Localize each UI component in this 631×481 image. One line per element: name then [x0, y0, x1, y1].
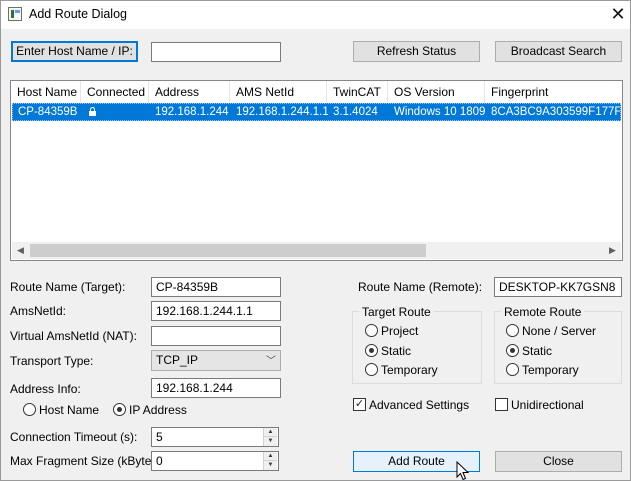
scroll-thumb[interactable] — [30, 244, 426, 257]
refresh-status-button[interactable]: Refresh Status — [353, 41, 480, 62]
cell-host-name: CP-84359B — [18, 106, 78, 118]
unidirectional-label: Unidirectional — [511, 398, 584, 412]
cell-fingerprint: 8CA3BC9A303599F177F0F — [491, 106, 620, 118]
col-fingerprint[interactable]: Fingerprint — [485, 81, 622, 103]
remote-route-temporary-radio[interactable] — [506, 363, 519, 376]
max-fragment-input[interactable]: 0 ▲ ▼ — [151, 451, 279, 471]
broadcast-search-button[interactable]: Broadcast Search — [495, 41, 622, 62]
transport-type-select[interactable]: TCP_IP ﹀ — [151, 350, 281, 371]
cell-address: 192.168.1.244 — [155, 106, 229, 118]
close-window-icon[interactable]: ✕ — [607, 3, 629, 25]
col-twincat[interactable]: TwinCAT — [327, 81, 388, 103]
virtual-amsnetid-label: Virtual AmsNetId (NAT): — [10, 329, 137, 343]
max-fragment-value: 0 — [156, 454, 163, 468]
spin-down-icon[interactable]: ▼ — [263, 437, 277, 446]
target-route-temporary-label: Temporary — [381, 363, 438, 377]
route-name-remote-input[interactable]: DESKTOP-KK7GSN8 — [494, 277, 622, 297]
ams-netid-input[interactable]: 192.168.1.244.1.1 — [151, 301, 281, 321]
remote-route-static-label: Static — [522, 344, 553, 358]
advanced-settings-label: Advanced Settings — [369, 398, 470, 412]
device-list[interactable]: Host Name Connected Address AMS NetId Tw… — [10, 80, 623, 261]
cell-ams-netid: 192.168.1.244.1.1 — [236, 106, 328, 118]
transport-type-label: Transport Type: — [10, 354, 94, 368]
lock-icon — [89, 107, 96, 116]
address-info-label: Address Info: — [10, 382, 81, 396]
col-ams-netid[interactable]: AMS NetId — [230, 81, 327, 103]
add-route-dialog: Add Route Dialog ✕ Enter Host Name / IP:… — [0, 0, 631, 481]
remote-route-group: Remote Route None / Server Static Tempor… — [494, 305, 622, 384]
close-button[interactable]: Close — [495, 451, 622, 472]
window-title: Add Route Dialog — [29, 7, 127, 21]
target-route-static-label: Static — [381, 344, 412, 358]
remote-route-temporary-label: Temporary — [522, 363, 579, 377]
horizontal-scrollbar[interactable]: ◀ ▶ — [12, 242, 621, 259]
unidirectional-checkbox[interactable] — [495, 398, 508, 411]
chevron-down-icon: ﹀ — [266, 356, 276, 367]
spin-up-icon[interactable]: ▲ — [263, 452, 277, 461]
virtual-amsnetid-input[interactable] — [151, 326, 281, 346]
ams-netid-label: AmsNetId: — [10, 304, 67, 318]
connection-timeout-value: 5 — [156, 430, 163, 444]
spin-down-icon[interactable]: ▼ — [263, 461, 277, 470]
target-route-project-label: Project — [381, 324, 419, 338]
target-route-project-radio[interactable] — [365, 324, 378, 337]
col-os-version[interactable]: OS Version — [388, 81, 485, 103]
host-name-radio-label: Host Name — [39, 403, 100, 417]
col-host-name[interactable]: Host Name — [11, 81, 81, 103]
cell-os-version: Windows 10 1809 — [394, 106, 486, 118]
target-route-static-radio[interactable] — [365, 344, 378, 357]
remote-route-title: Remote Route — [501, 305, 585, 319]
route-name-remote-label: Route Name (Remote): — [358, 280, 483, 294]
connection-timeout-input[interactable]: 5 ▲ ▼ — [151, 427, 279, 447]
address-info-input[interactable]: 192.168.1.244 — [151, 378, 281, 398]
scroll-right-icon[interactable]: ▶ — [604, 242, 621, 259]
route-name-target-input[interactable]: CP-84359B — [151, 277, 281, 297]
connection-timeout-label: Connection Timeout (s): — [10, 430, 138, 444]
target-route-title: Target Route — [359, 305, 434, 319]
fragment-spinner[interactable]: ▲ ▼ — [263, 452, 277, 470]
table-row[interactable]: CP-84359B 192.168.1.244 192.168.1.244.1.… — [12, 103, 621, 121]
target-route-group: Target Route Project Static Temporary — [352, 305, 482, 384]
remote-route-none-label: None / Server — [522, 324, 597, 338]
ip-address-radio[interactable] — [113, 403, 126, 416]
timeout-spinner[interactable]: ▲ ▼ — [263, 428, 277, 446]
scroll-left-icon[interactable]: ◀ — [12, 242, 29, 259]
title-bar: Add Route Dialog ✕ — [1, 1, 630, 29]
cell-twincat: 3.1.4024 — [333, 106, 378, 118]
target-route-temporary-radio[interactable] — [365, 363, 378, 376]
max-fragment-label: Max Fragment Size (kByte): — [10, 454, 159, 468]
app-icon — [8, 7, 22, 21]
cell-connected — [82, 104, 150, 120]
remote-route-static-radio[interactable] — [506, 344, 519, 357]
col-address[interactable]: Address — [149, 81, 230, 103]
host-ip-input[interactable] — [151, 42, 281, 62]
col-connected[interactable]: Connected — [81, 81, 149, 103]
mouse-cursor-icon — [456, 461, 470, 481]
route-name-target-label: Route Name (Target): — [10, 280, 126, 294]
ip-address-radio-label: IP Address — [129, 403, 187, 417]
enter-host-button[interactable]: Enter Host Name / IP: — [11, 41, 138, 62]
spin-up-icon[interactable]: ▲ — [263, 428, 277, 437]
host-name-radio[interactable] — [23, 403, 36, 416]
remote-route-none-radio[interactable] — [506, 324, 519, 337]
transport-type-value: TCP_IP — [156, 353, 199, 367]
advanced-settings-checkbox[interactable]: ✓ — [353, 398, 366, 411]
